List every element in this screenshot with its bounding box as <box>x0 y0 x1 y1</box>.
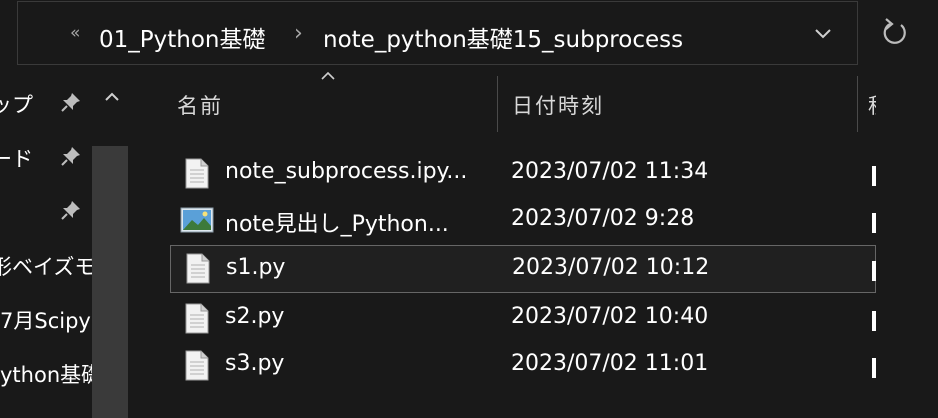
nav-item-label: ython基礎 <box>0 363 92 387</box>
address-bar[interactable]: « 01_Python基礎 › note_python基礎15_subproce… <box>17 1 858 65</box>
nav-item-label: ード <box>0 147 33 171</box>
document-icon <box>185 350 209 381</box>
nav-item-folder-bayes[interactable]: 形ベイズモ <box>0 242 92 286</box>
file-date: 2023/07/02 10:40 <box>511 304 709 329</box>
nav-item-label: ップ <box>0 93 33 117</box>
pin-icon[interactable] <box>60 91 82 113</box>
file-name: note_subprocess.ipy... <box>225 159 468 184</box>
nav-item-folder-scipy[interactable]: 7月Scipy <box>0 296 92 340</box>
column-divider[interactable] <box>497 76 498 132</box>
file-name: s2.py <box>225 304 285 329</box>
breadcrumb-01-python-kiso[interactable]: 01_Python基礎 <box>99 20 266 54</box>
address-history-dropdown-button[interactable] <box>808 14 838 52</box>
column-header-date[interactable]: 日付時刻 <box>512 90 604 120</box>
image-icon <box>180 207 214 233</box>
nav-scrollbar[interactable] <box>92 146 128 418</box>
address-bar-row: « 01_Python基礎 › note_python基礎15_subproce… <box>0 0 938 68</box>
refresh-button[interactable] <box>870 12 920 54</box>
file-row-s3[interactable]: s3.py 2023/07/02 11:01 <box>170 344 876 388</box>
file-row-note-midashi[interactable]: note見出し_Python... 2023/07/02 9:28 <box>170 199 876 243</box>
right-pane-edge <box>876 68 938 418</box>
file-row-note-subprocess[interactable]: note_subprocess.ipy... 2023/07/02 11:34 <box>170 152 876 196</box>
file-date: 2023/07/02 11:34 <box>511 159 709 184</box>
navigation-pane: ップ ード 形ベイズモ 7月Scipy ython基礎 <box>0 68 135 418</box>
column-divider[interactable] <box>857 76 858 132</box>
column-header-name[interactable]: 名前 <box>177 90 223 120</box>
pin-icon[interactable] <box>60 145 82 167</box>
breadcrumb-separator[interactable]: › <box>294 21 303 46</box>
file-name: s3.py <box>225 351 285 376</box>
file-date: 2023/07/02 9:28 <box>511 206 695 231</box>
nav-item-folder-python-kiso[interactable]: ython基礎 <box>0 350 92 394</box>
file-name: s1.py <box>226 255 286 280</box>
nav-item-label: 7月Scipy <box>0 309 91 333</box>
document-icon <box>185 158 209 189</box>
nav-item-label: 形ベイズモ <box>0 255 92 279</box>
pin-icon[interactable] <box>60 199 82 221</box>
file-date: 2023/07/02 10:12 <box>512 255 710 280</box>
file-list-pane: 名前 日付時刻 種 note_subprocess.ipy... 2023/07… <box>135 68 938 418</box>
file-row-s1[interactable]: s1.py 2023/07/02 10:12 <box>170 245 876 293</box>
breadcrumb-current-folder[interactable]: note_python基礎15_subprocess <box>323 20 683 54</box>
document-icon <box>186 253 210 284</box>
file-row-s2[interactable]: s2.py 2023/07/02 10:40 <box>170 297 876 341</box>
document-icon <box>185 303 209 334</box>
nav-scroll-up-icon[interactable] <box>101 88 123 106</box>
breadcrumb-overflow-button[interactable]: « <box>70 23 80 43</box>
column-header-type[interactable]: 種 <box>868 90 876 120</box>
sort-ascending-icon <box>321 71 335 80</box>
file-name: note見出し_Python... <box>225 212 449 237</box>
file-date: 2023/07/02 11:01 <box>511 351 709 376</box>
